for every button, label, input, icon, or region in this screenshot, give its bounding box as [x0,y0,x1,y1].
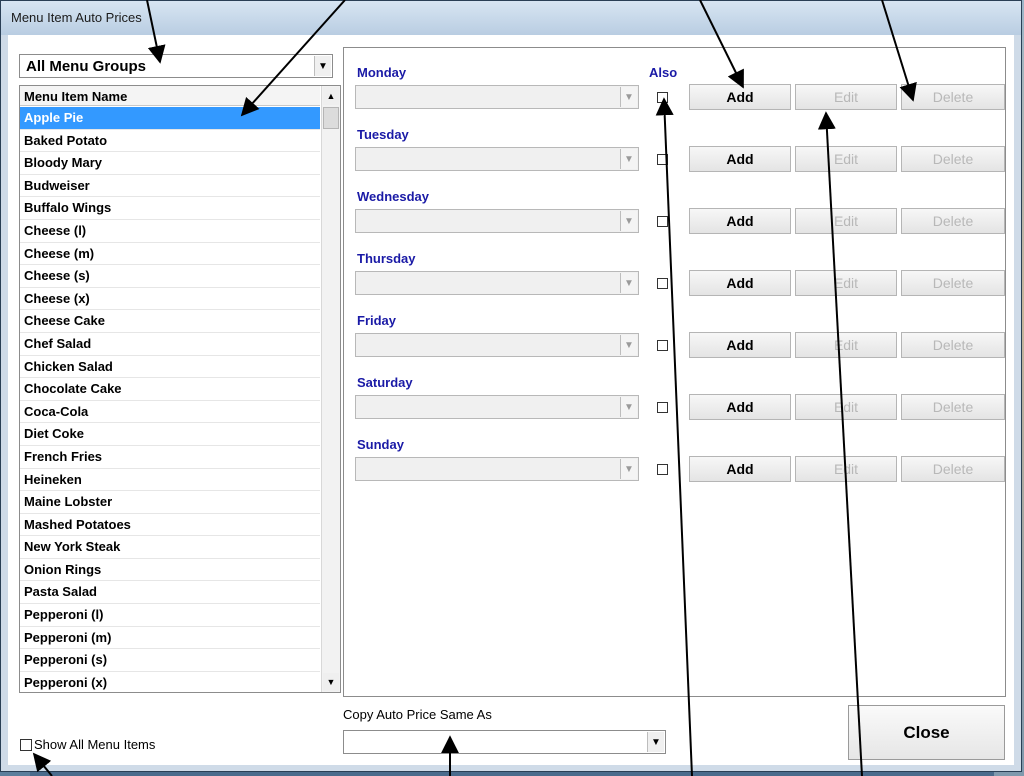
auto-price-dropdown-saturday[interactable]: ▼ [355,395,639,419]
day-label-wednesday: Wednesday [357,189,430,204]
day-label-monday: Monday [357,65,407,80]
day-schedule-panel: Also Monday ▼ Add Edit Delete Tuesday ▼ Add Edit… [343,47,1006,697]
auto-prices-window: Menu Item Auto Prices All Menu Groups ▼ … [0,0,1022,772]
edit-button-wednesday[interactable]: Edit [795,208,897,234]
delete-button-sunday[interactable]: Delete [901,456,1005,482]
delete-button-friday[interactable]: Delete [901,332,1005,358]
list-item[interactable]: French Fries [20,446,320,469]
edit-button-monday[interactable]: Edit [795,84,897,110]
arrow-down-icon[interactable]: ▼ [323,673,339,691]
list-scrollbar[interactable]: ▲ ▼ [321,86,340,692]
list-item[interactable]: New York Steak [20,536,320,559]
also-checkbox-friday[interactable] [657,340,668,351]
edit-button-sunday[interactable]: Edit [795,456,897,482]
list-item[interactable]: Cheese (m) [20,243,320,266]
auto-price-dropdown-thursday[interactable]: ▼ [355,271,639,295]
menu-groups-dropdown[interactable]: All Menu Groups ▼ [19,54,333,78]
list-item[interactable]: Chicken Salad [20,356,320,379]
list-item[interactable]: Mashed Potatoes [20,514,320,537]
list-item[interactable]: Pepperoni (m) [20,627,320,650]
close-button[interactable]: Close [848,705,1005,760]
arrow-up-icon[interactable]: ▲ [323,87,339,105]
add-button-saturday[interactable]: Add [689,394,791,420]
list-item[interactable]: Chocolate Cake [20,378,320,401]
copy-auto-price-label: Copy Auto Price Same As [343,707,492,722]
list-header-menu-item-name[interactable]: Menu Item Name [20,86,320,106]
show-all-label: Show All Menu Items [34,737,156,752]
list-item[interactable]: Cheese (x) [20,288,320,311]
day-label-friday: Friday [357,313,397,328]
list-item[interactable]: Apple Pie [20,107,320,130]
list-item[interactable]: Chef Salad [20,333,320,356]
list-item[interactable]: Buffalo Wings [20,197,320,220]
auto-price-dropdown-wednesday[interactable]: ▼ [355,209,639,233]
chevron-down-icon[interactable]: ▼ [647,732,664,752]
list-item[interactable]: Cheese Cake [20,310,320,333]
day-label-thursday: Thursday [357,251,416,266]
title-bar[interactable]: Menu Item Auto Prices [1,1,1021,35]
edit-button-saturday[interactable]: Edit [795,394,897,420]
auto-price-dropdown-sunday[interactable]: ▼ [355,457,639,481]
auto-price-dropdown-tuesday[interactable]: ▼ [355,147,639,171]
also-checkbox-thursday[interactable] [657,278,668,289]
list-item[interactable]: Pepperoni (s) [20,649,320,672]
add-button-sunday[interactable]: Add [689,456,791,482]
add-button-thursday[interactable]: Add [689,270,791,296]
copy-auto-price-dropdown[interactable]: ▼ [343,730,666,754]
add-button-monday[interactable]: Add [689,84,791,110]
auto-price-dropdown-monday[interactable]: ▼ [355,85,639,109]
also-checkbox-monday[interactable] [657,92,668,103]
add-button-tuesday[interactable]: Add [689,146,791,172]
day-label-saturday: Saturday [357,375,413,390]
add-button-wednesday[interactable]: Add [689,208,791,234]
auto-price-dropdown-friday[interactable]: ▼ [355,333,639,357]
delete-button-tuesday[interactable]: Delete [901,146,1005,172]
list-item[interactable]: Bloody Mary [20,152,320,175]
also-checkbox-saturday[interactable] [657,402,668,413]
list-item[interactable]: Pepperoni (l) [20,604,320,627]
delete-button-wednesday[interactable]: Delete [901,208,1005,234]
also-checkbox-wednesday[interactable] [657,216,668,227]
menu-item-list[interactable]: Menu Item Name Apple Pie Baked Potato Bloo… [19,85,341,693]
menu-item-rows: Apple Pie Baked Potato Bloody Mary Budweise… [20,107,320,692]
chevron-down-icon[interactable]: ▼ [314,56,331,76]
chevron-down-icon[interactable]: ▼ [620,335,637,355]
also-checkbox-tuesday[interactable] [657,154,668,165]
edit-button-thursday[interactable]: Edit [795,270,897,296]
list-item[interactable]: Baked Potato [20,130,320,153]
list-item[interactable]: Coca-Cola [20,401,320,424]
list-item[interactable]: Pepperoni (x) [20,672,320,692]
list-item[interactable]: Cheese (s) [20,265,320,288]
delete-button-saturday[interactable]: Delete [901,394,1005,420]
chevron-down-icon[interactable]: ▼ [620,273,637,293]
chevron-down-icon[interactable]: ▼ [620,149,637,169]
day-label-sunday: Sunday [357,437,404,452]
delete-button-thursday[interactable]: Delete [901,270,1005,296]
delete-button-monday[interactable]: Delete [901,84,1005,110]
chevron-down-icon[interactable]: ▼ [620,459,637,479]
list-item[interactable]: Cheese (l) [20,220,320,243]
edit-button-friday[interactable]: Edit [795,332,897,358]
also-checkbox-sunday[interactable] [657,464,668,475]
list-item[interactable]: Heineken [20,469,320,492]
day-label-tuesday: Tuesday [357,127,409,142]
menu-groups-value: All Menu Groups [26,58,146,75]
list-item[interactable]: Onion Rings [20,559,320,582]
list-item[interactable]: Budweiser [20,175,320,198]
show-all-checkbox[interactable] [20,739,32,751]
window-client-area: All Menu Groups ▼ Menu Item Name Apple P… [8,35,1014,765]
also-label: Also [649,65,678,80]
scrollbar-thumb[interactable] [323,107,339,129]
chevron-down-icon[interactable]: ▼ [620,211,637,231]
add-button-friday[interactable]: Add [689,332,791,358]
list-item[interactable]: Pasta Salad [20,581,320,605]
list-item[interactable]: Maine Lobster [20,491,320,514]
list-item[interactable]: Diet Coke [20,423,320,446]
chevron-down-icon[interactable]: ▼ [620,87,637,107]
chevron-down-icon[interactable]: ▼ [620,397,637,417]
edit-button-tuesday[interactable]: Edit [795,146,897,172]
window-title: Menu Item Auto Prices [11,10,142,25]
